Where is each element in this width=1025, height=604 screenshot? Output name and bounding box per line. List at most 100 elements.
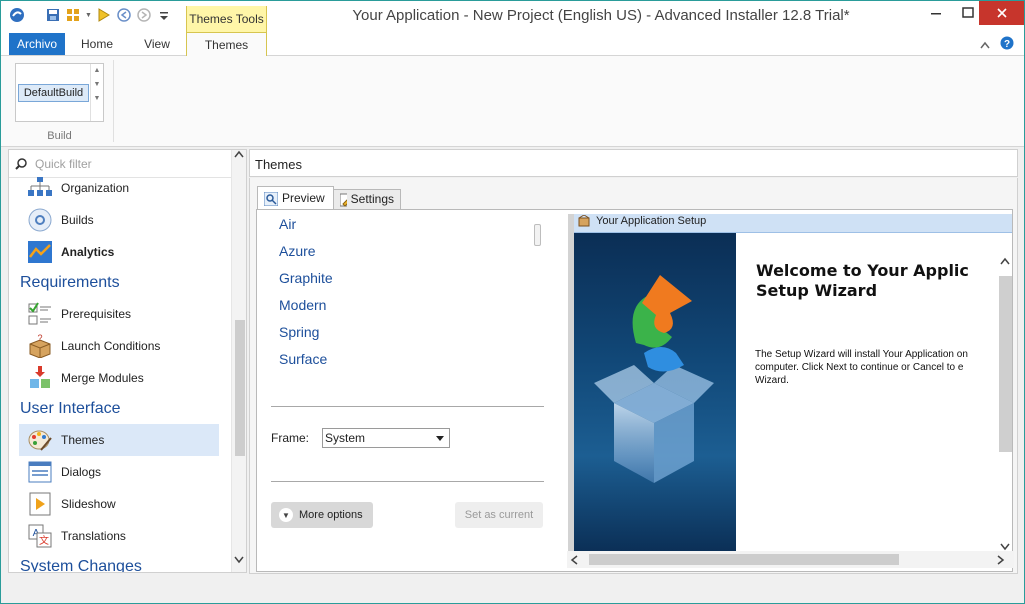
list-item[interactable]: Modern (279, 297, 326, 313)
scroll-thumb[interactable] (589, 554, 899, 565)
wizard-heading: Welcome to Your Applic Setup Wizard (756, 261, 969, 300)
sidebar-item-prerequisites[interactable]: Prerequisites (19, 298, 219, 330)
list-item[interactable]: Azure (279, 243, 316, 259)
page-title: Themes (255, 157, 302, 172)
quick-access-toolbar: ▼ (9, 7, 172, 23)
wizard-banner (574, 233, 736, 552)
dialogs-icon (27, 459, 53, 485)
build-gallery[interactable]: DefaultBuild ▲ ▼ ▼ (15, 63, 104, 122)
tab-settings[interactable]: Settings (333, 189, 401, 209)
scroll-thumb[interactable] (235, 320, 245, 456)
launch-conditions-icon: ? (27, 333, 53, 359)
navigation-panel: Quick filter Organization Builds Analyti… (8, 149, 247, 573)
svg-text:文: 文 (39, 534, 49, 547)
navigation-scrollbar[interactable] (231, 150, 246, 572)
frame-select[interactable]: System (322, 428, 450, 448)
list-item[interactable]: Air (279, 216, 296, 232)
collapse-ribbon-icon[interactable] (980, 38, 990, 52)
sidebar-item-launch-conditions[interactable]: ? Launch Conditions (19, 330, 219, 362)
tab-themes[interactable]: Themes (186, 32, 267, 57)
status-bar (1, 575, 1024, 603)
scroll-left-icon[interactable] (570, 554, 578, 568)
category-user-interface[interactable]: User Interface (20, 400, 120, 418)
save-icon[interactable] (45, 7, 61, 23)
tab-archivo[interactable]: Archivo (9, 33, 65, 55)
wizard-body-text: The Setup Wizard will install Your Appli… (755, 349, 968, 386)
sidebar-item-themes[interactable]: Themes (19, 424, 219, 456)
list-item[interactable]: Surface (279, 351, 327, 367)
sidebar-item-organization[interactable]: Organization (19, 172, 219, 204)
context-tab-themes-tools: Themes Tools (186, 6, 267, 32)
quick-filter-placeholder: Quick filter (35, 157, 92, 171)
preview-horizontal-scrollbar[interactable] (567, 551, 1014, 568)
ribbon-body: DefaultBuild ▲ ▼ ▼ Build (1, 56, 1024, 147)
ribbon-right-controls: ? (980, 36, 1014, 53)
chevron-down-icon (436, 436, 444, 441)
category-requirements[interactable]: Requirements (20, 274, 120, 292)
run-icon[interactable] (96, 7, 112, 23)
themes-palette-icon (27, 427, 53, 453)
back-icon[interactable] (116, 7, 132, 23)
ribbon-tab-bar: Archivo Home View Themes ? (1, 32, 1024, 57)
divider (271, 481, 544, 482)
scroll-up-icon[interactable] (234, 150, 244, 160)
scroll-right-icon[interactable] (997, 554, 1005, 568)
build-selector[interactable]: DefaultBuild (18, 84, 89, 102)
gallery-more-icon[interactable]: ▼ (91, 92, 103, 106)
theme-list-scroll-thumb[interactable] (534, 224, 541, 246)
minimize-button[interactable] (919, 1, 953, 25)
merge-modules-icon (27, 365, 53, 391)
preview-vertical-scroll-thumb[interactable] (999, 276, 1012, 452)
translations-icon: A文 (27, 523, 53, 549)
tab-view[interactable]: View (133, 32, 181, 56)
svg-text:?: ? (1004, 39, 1010, 50)
sidebar-item-slideshow[interactable]: Slideshow (19, 488, 219, 520)
more-options-button[interactable]: ▼ More options (271, 502, 373, 528)
search-icon (15, 158, 27, 173)
ribbon-separator (113, 60, 114, 142)
divider (271, 406, 544, 407)
scroll-up-icon[interactable] (1000, 254, 1010, 268)
minimize-icon (931, 13, 941, 15)
chevron-down-icon: ▼ (279, 508, 293, 522)
sidebar-item-builds[interactable]: Builds (19, 204, 219, 236)
list-item[interactable]: Graphite (279, 270, 333, 286)
build-dropdown-icon[interactable]: ▼ (85, 12, 92, 19)
organization-icon (27, 175, 53, 201)
build-group-label: Build (47, 130, 72, 142)
build-gallery-scroll[interactable]: ▲ ▼ ▼ (90, 64, 103, 121)
title-bar: ▼ Themes Tools Your Application - New Pr… (1, 1, 1024, 32)
close-icon (996, 8, 1007, 18)
list-item[interactable]: Spring (279, 324, 319, 340)
preview-magnifier-icon (264, 191, 278, 206)
settings-pencil-icon (340, 193, 347, 207)
category-system-changes[interactable]: System Changes (20, 558, 142, 572)
installer-box-puzzle-icon (594, 275, 714, 483)
preview-window-title-bar: Your Application Setup (574, 214, 1012, 233)
prerequisites-icon (27, 301, 53, 327)
forward-icon[interactable] (136, 7, 152, 23)
close-button[interactable] (979, 1, 1024, 25)
maximize-icon (962, 7, 974, 18)
help-icon[interactable]: ? (1000, 36, 1014, 53)
sidebar-item-merge-modules[interactable]: Merge Modules (19, 362, 219, 394)
scroll-down-icon[interactable]: ▼ (91, 78, 103, 92)
sidebar-item-translations[interactable]: A文 Translations (19, 520, 219, 552)
scroll-down-icon[interactable] (234, 556, 244, 566)
app-logo-icon[interactable] (9, 7, 25, 23)
preview-tab-content: Air Azure Graphite Modern Spring Surface… (256, 209, 1014, 572)
tab-preview[interactable]: Preview (257, 186, 334, 210)
setup-icon (578, 214, 590, 231)
sidebar-item-analytics[interactable]: Analytics (19, 236, 219, 268)
set-as-current-button[interactable]: Set as current (455, 502, 543, 528)
sidebar-item-dialogs[interactable]: Dialogs (19, 456, 219, 488)
build-icon[interactable] (65, 7, 81, 23)
theme-preview-window: Your Application Setup Welcome to Your A… (568, 214, 1012, 552)
analytics-icon (27, 239, 53, 265)
window-title: Your Application - New Project (English … (352, 7, 850, 24)
tab-home[interactable]: Home (71, 32, 123, 56)
customize-icon[interactable] (156, 7, 172, 23)
scroll-down-icon[interactable] (1000, 540, 1010, 554)
frame-label: Frame: (271, 431, 310, 445)
scroll-up-icon[interactable]: ▲ (91, 64, 103, 78)
